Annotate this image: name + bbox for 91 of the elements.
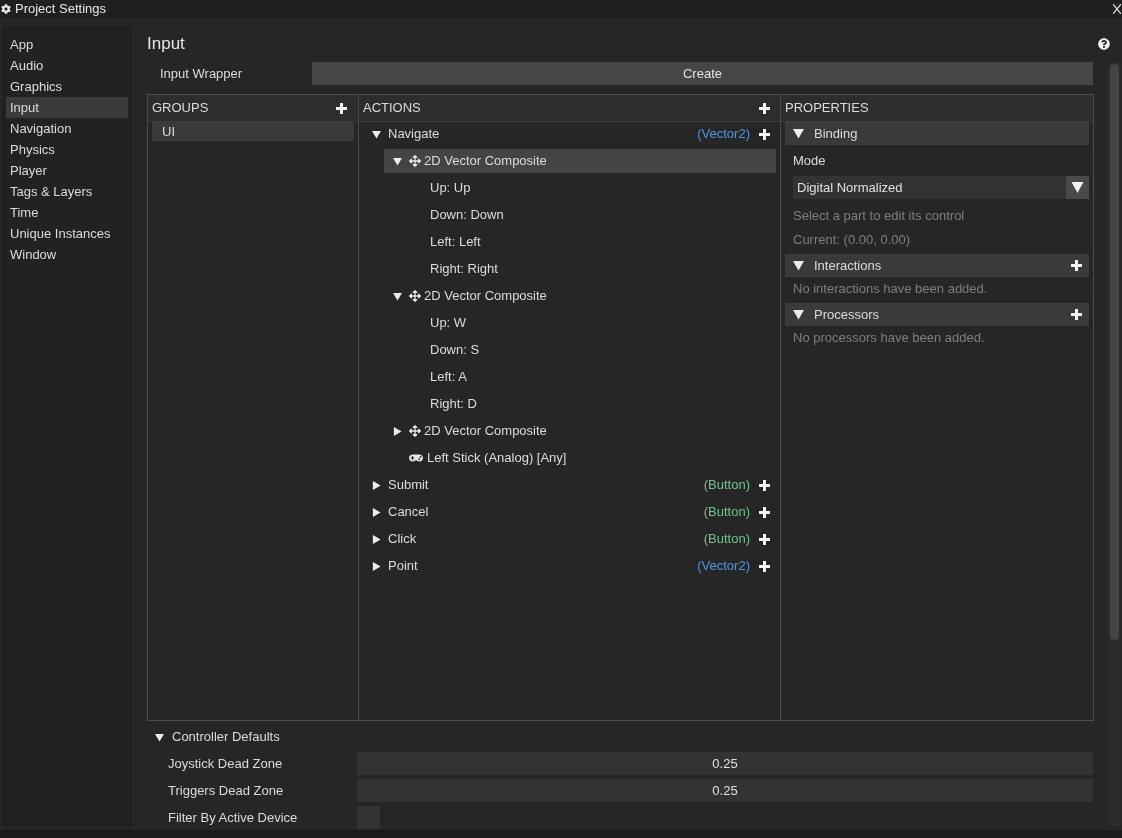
field-label: Filter By Active Device (168, 809, 298, 825)
add-binding-icon[interactable] (759, 506, 770, 518)
close-icon[interactable] (1113, 4, 1121, 14)
tree-item-label: Up: W (430, 314, 467, 333)
tree-item-label: Click (388, 530, 417, 549)
checkbox[interactable] (357, 806, 380, 829)
sidebar-item[interactable]: Tags & Layers (6, 181, 128, 202)
field-label: Triggers Dead Zone (168, 782, 284, 798)
triangle-right-icon[interactable] (393, 426, 402, 436)
tree-item-label: Right: D (430, 395, 477, 414)
tree-row[interactable]: 2D Vector Composite (384, 149, 776, 173)
move-arrows-icon (409, 290, 421, 302)
sidebar-item[interactable]: Time (6, 202, 128, 223)
triangle-down-icon[interactable] (155, 732, 164, 742)
add-binding-icon[interactable] (759, 533, 770, 545)
triangle-down-icon[interactable] (793, 309, 804, 320)
tree-item-label: 2D Vector Composite (424, 152, 547, 171)
sidebar-item[interactable]: Graphics (6, 76, 128, 97)
column-title: GROUPS (152, 99, 209, 118)
help-icon[interactable] (1098, 38, 1110, 50)
window-title: Project Settings (15, 0, 107, 18)
add-binding-icon[interactable] (759, 560, 770, 572)
group-item[interactable]: UI (152, 122, 354, 141)
add-group-icon[interactable] (336, 102, 347, 114)
add-binding-icon[interactable] (759, 128, 770, 140)
tree-item-label: Point (388, 557, 418, 576)
field-label: Input Wrapper (160, 65, 243, 81)
tree-item-label: 2D Vector Composite (424, 422, 547, 441)
number-field[interactable]: 0.25 (357, 752, 1093, 775)
sidebar-item[interactable]: Physics (6, 139, 128, 160)
section-header[interactable]: Interactions (785, 254, 1089, 277)
triangle-right-icon[interactable] (372, 480, 381, 490)
hint-text: No processors have been added. (793, 329, 985, 348)
mode-dropdown[interactable]: Digital Normalized (793, 176, 1089, 199)
sidebar-item[interactable]: Window (6, 244, 128, 265)
tree-item-label: Submit (388, 476, 429, 495)
triangle-down-icon[interactable] (393, 291, 402, 301)
tree-item-label: Left: Left (430, 233, 481, 252)
hint-text: Current: (0.00, 0.00) (793, 231, 911, 250)
section-header[interactable]: Processors (785, 303, 1089, 326)
column-title: PROPERTIES (785, 99, 869, 118)
column-title: ACTIONS (363, 99, 421, 118)
add-binding-icon[interactable] (759, 479, 770, 491)
hint-text: Select a part to edit its control (793, 207, 965, 226)
triangle-right-icon[interactable] (372, 534, 381, 544)
section-title: Binding (814, 124, 858, 143)
value-type-label: (Button) (703, 530, 750, 549)
gear-icon (1, 4, 11, 14)
value-type-label: (Button) (703, 476, 750, 495)
add-icon[interactable] (1071, 260, 1082, 271)
sidebar-item[interactable]: App (6, 34, 128, 55)
value-type-label: (Vector2) (697, 125, 750, 144)
add-icon[interactable] (1071, 309, 1082, 320)
tree-item-label: Right: Right (430, 260, 498, 279)
triangle-down-icon[interactable] (372, 129, 381, 139)
field-label: Mode (793, 152, 826, 171)
move-arrows-icon (409, 425, 421, 437)
scrollbar-thumb[interactable] (1110, 64, 1119, 640)
section-title: Processors (814, 305, 880, 324)
value-type-label: (Button) (703, 503, 750, 522)
tree-item-label: Left Stick (Analog) [Any] (427, 449, 567, 468)
tree-item-label: Down: S (430, 341, 480, 360)
tree-item-label: 2D Vector Composite (424, 287, 547, 306)
page-title: Input (147, 33, 185, 55)
tree-item-label: Cancel (388, 503, 429, 522)
sidebar-item[interactable]: Unique Instances (6, 223, 128, 244)
field-label: Joystick Dead Zone (168, 755, 283, 771)
tree-item-label: Navigate (388, 125, 440, 144)
section-title: Controller Defaults (172, 728, 280, 747)
section-header[interactable]: Binding (785, 122, 1089, 145)
tree-item-label: Up: Up (430, 179, 471, 198)
sidebar-item[interactable]: Player (6, 160, 128, 181)
section-title: Interactions (814, 256, 882, 275)
triangle-right-icon[interactable] (372, 561, 381, 571)
tree-item-label: Down: Down (430, 206, 504, 225)
triangle-right-icon[interactable] (372, 507, 381, 517)
triangle-down-icon[interactable] (793, 260, 804, 271)
value-type-label: (Vector2) (697, 557, 750, 576)
sidebar-item[interactable]: Audio (6, 55, 128, 76)
hint-text: No interactions have been added. (793, 280, 988, 299)
number-field[interactable]: 0.25 (357, 779, 1093, 802)
move-arrows-icon (409, 155, 421, 167)
sidebar-item[interactable]: Navigation (6, 118, 128, 139)
triangle-down-icon[interactable] (793, 128, 804, 139)
scrollbar-track[interactable] (1108, 62, 1121, 826)
sidebar-item[interactable]: Input (6, 97, 128, 118)
triangle-down-icon[interactable] (1066, 176, 1089, 199)
triangle-down-icon[interactable] (393, 156, 402, 166)
create-button[interactable]: Create (312, 62, 1093, 85)
tree-item-label: Left: A (430, 368, 467, 387)
add-action-icon[interactable] (759, 102, 770, 114)
